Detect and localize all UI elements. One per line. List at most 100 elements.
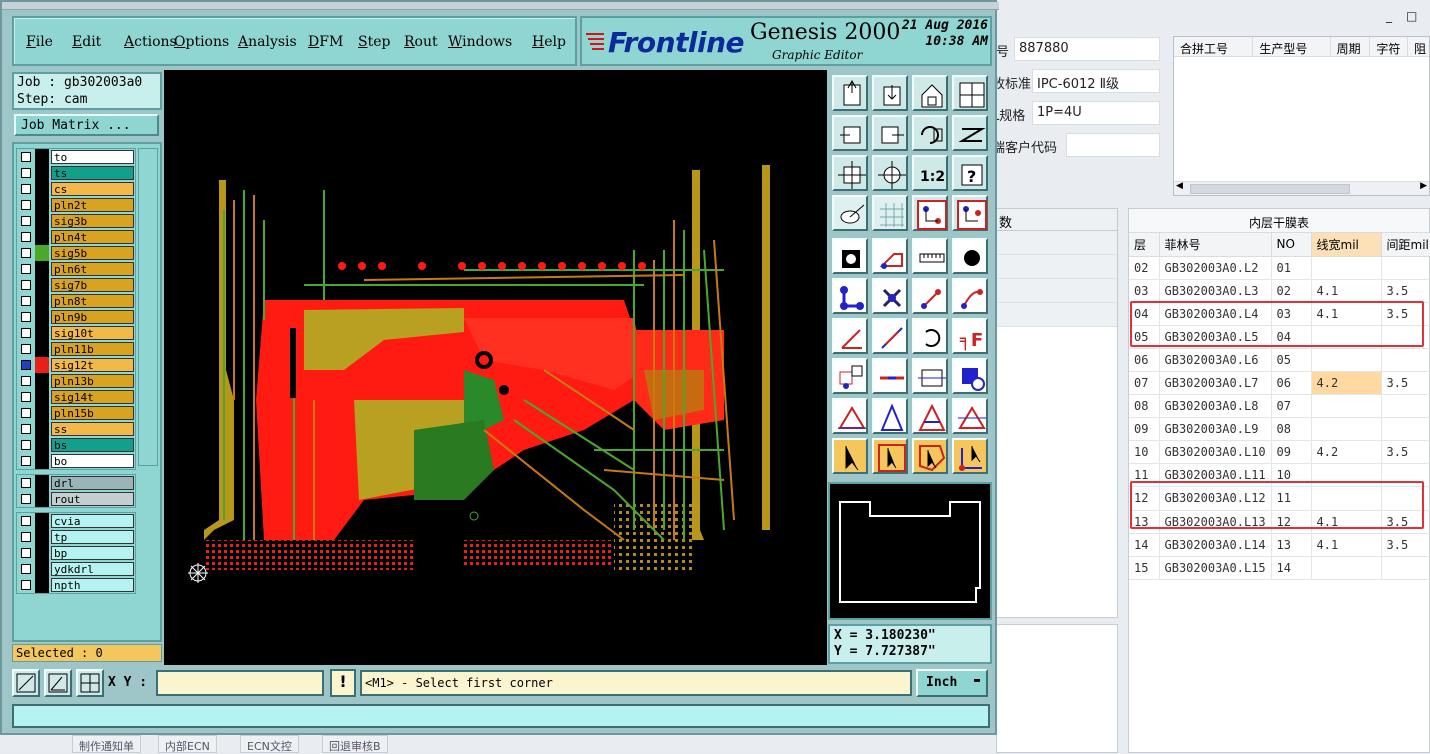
col-header[interactable]: 合拼工号 (1174, 37, 1254, 56)
column-header[interactable]: NO (1271, 233, 1312, 257)
tab-ecn-control[interactable]: ECN文控 (240, 735, 299, 753)
col-header[interactable]: 阻 (1408, 37, 1429, 56)
outline-tool-button[interactable] (872, 238, 908, 274)
units-dropdown[interactable]: Inch ▬ (916, 669, 988, 697)
menu-rout[interactable]: Rout (404, 34, 438, 50)
table-row[interactable]: 08 GB302003A0.L8 07 (1129, 394, 1430, 419)
layer-row[interactable]: to (17, 149, 135, 165)
layer-row[interactable]: sig10t (17, 325, 135, 341)
layer-name[interactable]: pln11b (51, 342, 134, 356)
layer-checkbox[interactable] (21, 440, 31, 450)
layer-checkbox[interactable] (21, 312, 31, 322)
table-cell[interactable]: 06 (1271, 371, 1312, 396)
table-cell[interactable]: 3.5 (1381, 279, 1430, 303)
layer-name[interactable]: drl (51, 476, 134, 490)
table-row[interactable]: 14 GB302003A0.L14 13 4.1 3.5 (1129, 533, 1430, 557)
layer-row[interactable]: sig12t (17, 357, 135, 373)
col-header[interactable]: 生产型号 (1253, 37, 1331, 56)
layer-color-swatch[interactable] (35, 197, 49, 213)
layer-checkbox[interactable] (21, 232, 31, 242)
layer-row[interactable]: cs (17, 181, 135, 197)
rotate-tool-button[interactable] (912, 318, 948, 354)
table-cell[interactable]: 02 (1271, 279, 1312, 303)
table-cell[interactable]: 13 (1271, 533, 1312, 557)
list-item[interactable] (997, 255, 1117, 279)
layer-row[interactable]: ts (17, 165, 135, 181)
scale-tool-button[interactable]: 1:2 (912, 155, 948, 191)
layer-checkbox[interactable] (21, 296, 31, 306)
list-item[interactable] (997, 279, 1117, 303)
angle-button[interactable] (44, 669, 72, 697)
scroll-right-icon[interactable]: ▶ (1420, 181, 1427, 191)
layer-color-swatch[interactable] (35, 475, 49, 491)
column-header[interactable]: 线宽mil (1311, 233, 1382, 257)
layer-checkbox[interactable] (21, 580, 31, 590)
add-line-tool-button[interactable] (912, 278, 948, 314)
layer-name[interactable]: npth (51, 578, 134, 592)
table-cell[interactable] (1381, 417, 1430, 442)
minimize-button[interactable]: _ (1386, 9, 1392, 23)
xy-input[interactable] (156, 670, 324, 696)
job-matrix-button[interactable]: Job Matrix ... (14, 114, 159, 136)
layer-checkbox[interactable] (21, 376, 31, 386)
layer-name[interactable]: rout (51, 492, 134, 506)
layer-checkbox[interactable] (21, 200, 31, 210)
layer-row[interactable]: pln8t (17, 293, 135, 309)
standard-input[interactable]: IPC-6012 Ⅱ级 (1032, 69, 1160, 93)
menu-step[interactable]: Step (358, 34, 390, 50)
layer-color-swatch[interactable] (35, 513, 49, 529)
table-cell[interactable]: 02 (1129, 256, 1160, 280)
table-cell[interactable]: 4.1 (1311, 279, 1382, 303)
table-cell[interactable] (1381, 556, 1430, 580)
layer-row[interactable]: tp (17, 529, 135, 545)
overview-map[interactable] (828, 482, 992, 620)
layer-checkbox[interactable] (21, 328, 31, 338)
layer-color-swatch[interactable] (35, 181, 49, 197)
table-cell[interactable]: 14 (1271, 556, 1312, 580)
menu-analysis[interactable]: Analysis (238, 34, 297, 50)
connect-tool-button[interactable] (832, 278, 868, 314)
layer-color-swatch[interactable] (35, 529, 49, 545)
snap-button[interactable] (12, 669, 40, 697)
table-cell[interactable]: 3.5 (1381, 440, 1430, 465)
layer-color-swatch[interactable] (35, 229, 49, 245)
layer-name[interactable]: pln4t (51, 230, 134, 244)
layer-row[interactable]: sig7b (17, 277, 135, 293)
snap-left-tool-button[interactable] (832, 115, 868, 151)
layer-color-swatch[interactable] (35, 309, 49, 325)
layer-name[interactable]: sig7b (51, 278, 134, 292)
horizontal-scrollbar[interactable]: ◀ ▶ (1174, 181, 1429, 195)
zoom-tool-button[interactable] (872, 155, 908, 191)
warning-button[interactable]: ! (330, 669, 356, 697)
table-row[interactable]: 03 GB302003A0.L3 02 4.1 3.5 (1129, 279, 1430, 303)
graphic-canvas[interactable] (164, 70, 827, 665)
layer-row[interactable]: drl (17, 475, 135, 491)
layer-color-swatch[interactable] (35, 561, 49, 577)
layer-checkbox[interactable] (21, 360, 31, 370)
layer-row[interactable]: ydkdrl (17, 561, 135, 577)
layer-checkbox[interactable] (21, 168, 31, 178)
scrollbar-thumb[interactable] (1190, 184, 1350, 194)
measure-tool-button[interactable] (832, 195, 868, 231)
table-cell[interactable]: GB302003A0.L9 (1159, 417, 1272, 442)
layer-checkbox[interactable] (21, 424, 31, 434)
select-tool-button[interactable] (832, 438, 868, 474)
layer-color-swatch[interactable] (35, 245, 49, 261)
layer-checkbox[interactable] (21, 392, 31, 402)
layer-name[interactable]: ss (51, 422, 134, 436)
help-tool-button[interactable]: ? (952, 155, 988, 191)
table-cell[interactable]: 09 (1271, 440, 1312, 465)
layer-name[interactable]: tp (51, 530, 134, 544)
col-header[interactable]: 字符 (1370, 37, 1409, 56)
snap-right-tool-button[interactable] (872, 115, 908, 151)
menu-windows[interactable]: Windows (448, 34, 512, 50)
table-cell[interactable]: GB302003A0.L14 (1159, 533, 1272, 557)
layer-name[interactable]: pln6t (51, 262, 134, 276)
layer-color-swatch[interactable] (35, 437, 49, 453)
pcb-artwork[interactable] (164, 70, 827, 665)
layer-row[interactable]: pln9b (17, 309, 135, 325)
table-cell[interactable] (1311, 394, 1382, 419)
layer-color-swatch[interactable] (35, 293, 49, 309)
layer-checkbox[interactable] (21, 456, 31, 466)
layer-row[interactable]: pln4t (17, 229, 135, 245)
